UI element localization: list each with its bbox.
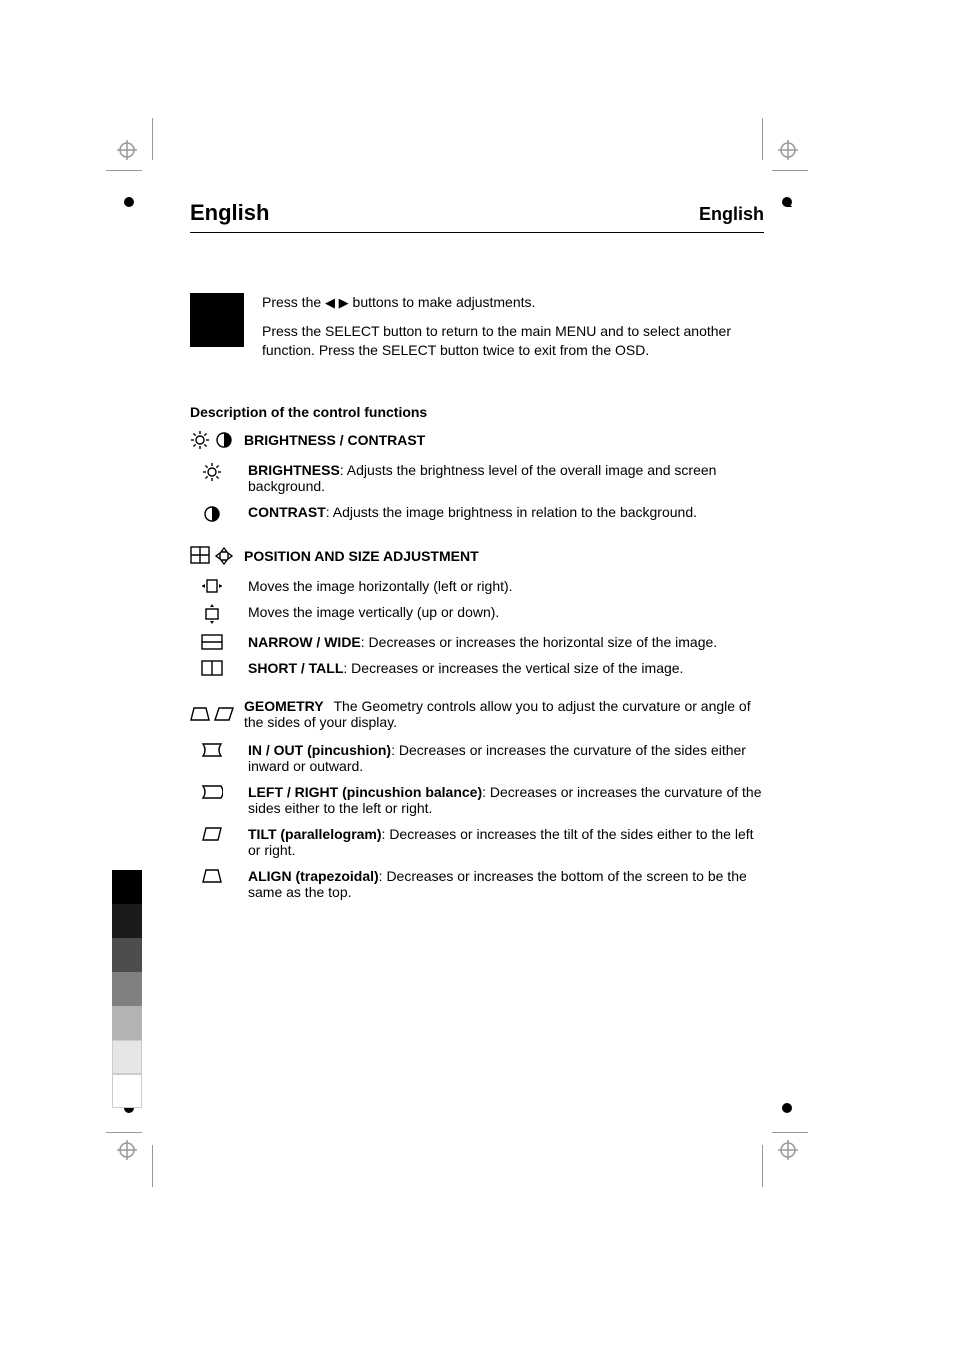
pincushion-balance-icon xyxy=(201,784,223,800)
h-size-icon xyxy=(201,634,223,650)
print-mark-vline xyxy=(152,118,153,160)
move-icon xyxy=(214,546,234,566)
item-label: LEFT / RIGHT (pincushion balance) xyxy=(248,784,482,800)
step-text-line-2: Press the SELECT button to return to the… xyxy=(262,322,764,360)
item-label: IN / OUT (pincushion) xyxy=(248,742,391,758)
grid-icon xyxy=(190,546,210,564)
print-mark-vline xyxy=(762,1145,763,1187)
v-move-icon xyxy=(204,604,220,624)
brightness-contrast-group: BRIGHTNESS / CONTRAST xyxy=(190,430,764,450)
item-label: NARROW / WIDE xyxy=(248,634,361,650)
contrast-icon xyxy=(214,430,234,450)
item-desc: : Adjusts the image brightness in relati… xyxy=(326,504,697,520)
page-number: 2 xyxy=(786,198,792,210)
print-mark-vline xyxy=(152,1145,153,1187)
functions-section: Description of the control functions BRI… xyxy=(190,404,764,900)
grayscale-swatch-strip xyxy=(112,870,142,1108)
registration-target-icon xyxy=(117,1140,137,1160)
contrast-icon xyxy=(202,504,222,524)
step-number-box xyxy=(190,293,244,347)
registration-dot-icon xyxy=(782,1100,792,1116)
registration-dot-icon xyxy=(124,194,134,210)
item-desc: Moves the image vertically (up or down). xyxy=(248,604,499,620)
trapezoid-icon xyxy=(190,706,210,722)
geometry-group: GEOMETRY The Geometry controls allow you… xyxy=(190,698,764,730)
pincushion-item: IN / OUT (pincushion): Decreases or incr… xyxy=(190,742,764,774)
item-label: ALIGN (trapezoidal) xyxy=(248,868,379,884)
registration-target-icon xyxy=(778,1140,798,1160)
brightness-icon xyxy=(190,430,210,450)
print-mark-hline xyxy=(772,1132,808,1133)
contrast-item: CONTRAST: Adjusts the image brightness i… xyxy=(190,504,764,524)
short-tall-item: SHORT / TALL: Decreases or increases the… xyxy=(190,660,764,676)
item-desc: : Decreases or increases the vertical si… xyxy=(343,660,683,676)
item-label: TILT (parallelogram) xyxy=(248,826,382,842)
left-right-arrow-icon: ◀ ▶ xyxy=(325,295,349,310)
group-label: BRIGHTNESS / CONTRAST xyxy=(244,432,425,448)
step-text-line-1: Press the ◀ ▶ buttons to make adjustment… xyxy=(262,293,764,312)
print-mark-hline xyxy=(106,170,142,171)
functions-heading: Description of the control functions xyxy=(190,404,764,420)
h-position-item: Moves the image horizontally (left or ri… xyxy=(190,578,764,594)
step-4: Press the ◀ ▶ buttons to make adjustment… xyxy=(190,293,764,370)
group-label: GEOMETRY xyxy=(244,698,324,714)
parallelogram-icon xyxy=(214,706,234,722)
item-desc: : Decreases or increases the horizontal … xyxy=(361,634,717,650)
narrow-wide-item: NARROW / WIDE: Decreases or increases th… xyxy=(190,634,764,650)
item-desc: Moves the image horizontally (left or ri… xyxy=(248,578,513,594)
language-label: English xyxy=(699,204,764,225)
pincushion-icon xyxy=(201,742,223,758)
registration-target-icon xyxy=(778,140,798,160)
print-mark-hline xyxy=(106,1132,142,1133)
registration-target-icon xyxy=(117,140,137,160)
item-label: CONTRAST xyxy=(248,504,326,520)
v-size-icon xyxy=(201,660,223,676)
print-mark-vline xyxy=(762,118,763,160)
v-position-item: Moves the image vertically (up or down). xyxy=(190,604,764,624)
page-title: English xyxy=(190,200,269,226)
brightness-icon xyxy=(202,462,222,482)
tilt-item: TILT (parallelogram): Decreases or incre… xyxy=(190,826,764,858)
trapezoid-icon xyxy=(201,868,223,884)
parallelogram-icon xyxy=(201,826,223,842)
trapezoid-item: ALIGN (trapezoidal): Decreases or increa… xyxy=(190,868,764,900)
item-label: SHORT / TALL xyxy=(248,660,343,676)
brightness-item: BRIGHTNESS: Adjusts the brightness level… xyxy=(190,462,764,494)
page-header: English English xyxy=(190,200,764,233)
position-size-group: POSITION AND SIZE ADJUSTMENT xyxy=(190,546,764,566)
print-mark-hline xyxy=(772,170,808,171)
item-label: BRIGHTNESS xyxy=(248,462,340,478)
group-label: POSITION AND SIZE ADJUSTMENT xyxy=(244,548,479,564)
pincushion-balance-item: LEFT / RIGHT (pincushion balance): Decre… xyxy=(190,784,764,816)
h-move-icon xyxy=(202,578,222,594)
